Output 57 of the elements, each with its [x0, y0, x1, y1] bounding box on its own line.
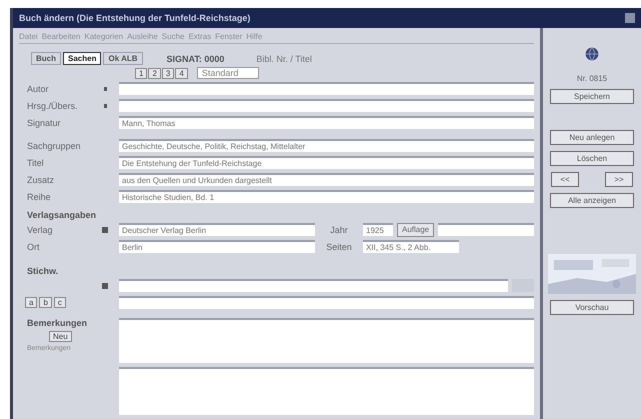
text-field[interactable]: Geschichte, Deutsche, Politik, Reichstag, Mittelalter: [119, 139, 534, 152]
keyword-button[interactable]: a: [25, 297, 38, 308]
preview-button[interactable]: Vorschau: [550, 300, 634, 315]
nav-button[interactable]: >>: [605, 172, 633, 187]
field-label: Reihe: [26, 192, 52, 202]
section-label: Verlagsangaben: [26, 210, 98, 220]
keyword-button[interactable]: c: [54, 297, 66, 308]
text-field[interactable]: [119, 99, 534, 112]
tab[interactable]: Buch: [31, 52, 61, 65]
text-field[interactable]: [119, 82, 534, 95]
text-field[interactable]: Die Entstehung der Tunfeld-Reichstage: [119, 156, 534, 169]
lookup-icon[interactable]: [102, 226, 108, 232]
text-field[interactable]: aus den Quellen und Urkunden dargestellt: [119, 173, 534, 186]
tab[interactable]: Ok ALB: [103, 52, 143, 65]
globe-icon: [584, 46, 600, 62]
field-label: Verlag: [26, 224, 54, 234]
text-field[interactable]: XII, 345 S., 2 Abb.: [363, 240, 459, 253]
field-label: Autor: [26, 84, 50, 94]
side-button[interactable]: Löschen: [550, 151, 634, 166]
text-field[interactable]: Mann, Thomas: [119, 116, 534, 129]
field-label: Hrsg./Übers.: [26, 100, 79, 110]
field-label: Sachgruppen: [26, 140, 82, 150]
nav-button[interactable]: <<: [551, 172, 579, 187]
field-label: Signatur: [26, 118, 62, 128]
side-button[interactable]: Neu anlegen: [550, 130, 634, 145]
format-dropdown[interactable]: Standard: [196, 67, 260, 79]
text-field[interactable]: [119, 318, 534, 362]
field-label: Ort: [26, 242, 40, 252]
notes-field[interactable]: [119, 366, 534, 415]
section-label: Stichw.: [26, 266, 60, 276]
edition-button[interactable]: Auflage: [397, 222, 434, 236]
record-label: Bibl. Nr. / Titel: [256, 54, 312, 64]
show-all-button[interactable]: Alle anzeigen: [550, 193, 634, 208]
format-button[interactable]: 2: [148, 68, 161, 78]
field-label: Seiten: [325, 242, 353, 252]
field-label: Titel: [26, 158, 45, 168]
record-number: Nr. 0815: [576, 74, 608, 83]
text-field[interactable]: Deutscher Verlag Berlin: [119, 223, 315, 236]
format-button[interactable]: 3: [162, 68, 174, 78]
keyword-field[interactable]: [119, 279, 508, 292]
field-label: Zusatz: [26, 174, 56, 184]
text-field[interactable]: 1925: [363, 223, 393, 236]
text-field[interactable]: [119, 296, 534, 309]
text-field[interactable]: [438, 223, 534, 236]
text-field[interactable]: Historische Studien, Bd. 1: [119, 190, 534, 203]
format-button[interactable]: 4: [175, 68, 188, 78]
text-field[interactable]: Berlin: [119, 240, 315, 253]
format-button[interactable]: 1: [135, 68, 148, 78]
section-label: Bemerkungen: [26, 318, 88, 328]
new-note-button[interactable]: Neu: [49, 331, 72, 342]
keyword-button[interactable]: b: [39, 297, 52, 308]
tab[interactable]: Sachen: [63, 52, 102, 65]
side-button[interactable]: Speichern: [550, 89, 634, 104]
field-label: Jahr: [329, 224, 349, 234]
lookup-icon[interactable]: [102, 282, 108, 288]
window-title: Buch ändern (Die Entstehung der Tunfeld-Reichstage): [19, 13, 250, 23]
signature-label: SIGNAT: 0000: [166, 54, 224, 64]
